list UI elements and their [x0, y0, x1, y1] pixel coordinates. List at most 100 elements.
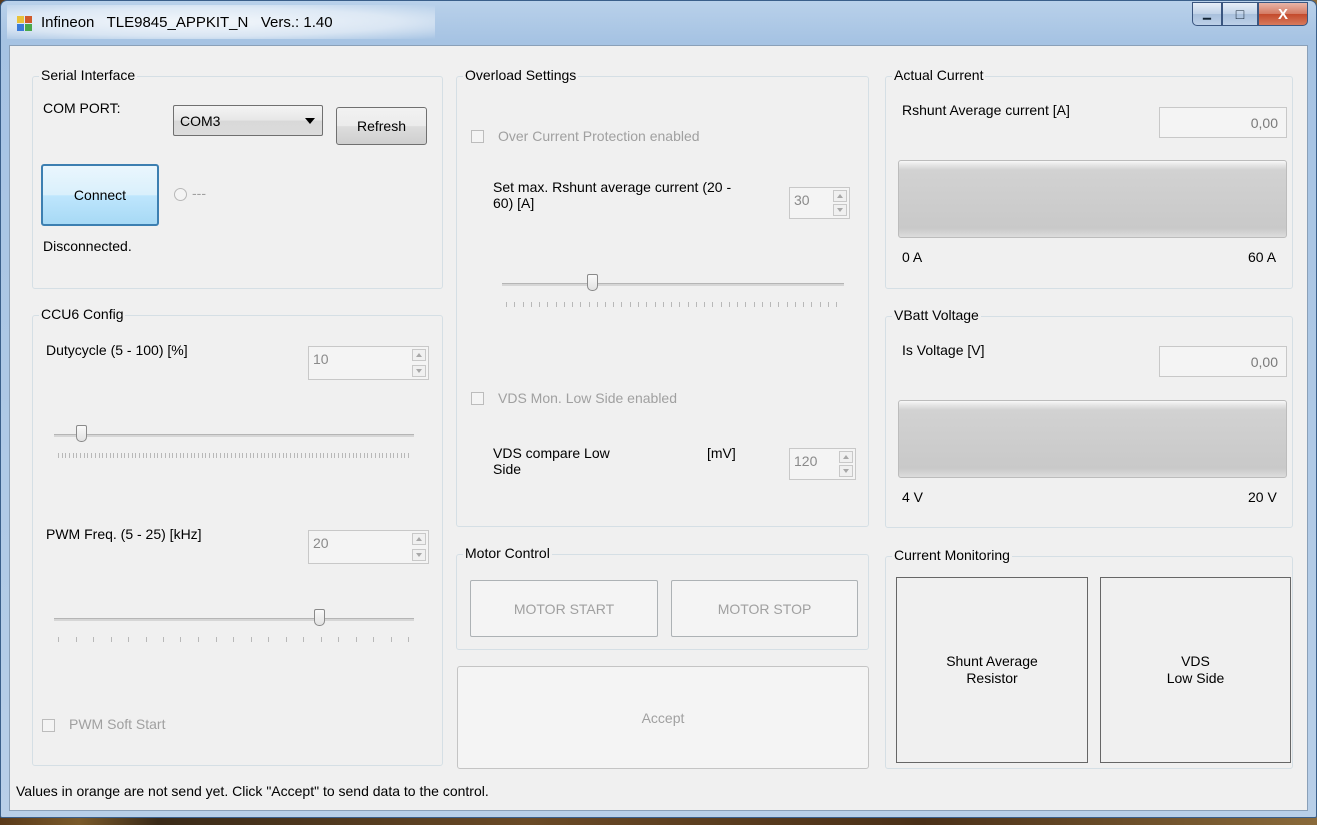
- motor-stop-button[interactable]: MOTOR STOP: [671, 580, 858, 637]
- accept-button[interactable]: Accept: [457, 666, 869, 769]
- max-current-spinner[interactable]: 30: [789, 187, 850, 219]
- slider-tick: [93, 637, 94, 642]
- motor-start-button[interactable]: MOTOR START: [470, 580, 658, 637]
- slider-tick: [803, 302, 804, 307]
- slider-tick: [87, 453, 88, 458]
- slider-tick: [523, 302, 524, 307]
- spinner-down-icon[interactable]: [412, 549, 426, 561]
- pwm-freq-spinner[interactable]: 20: [308, 530, 429, 564]
- slider-tick: [191, 453, 192, 458]
- vds-low-side-line2: Low Side: [1166, 670, 1225, 686]
- pwm-freq-slider[interactable]: [54, 609, 414, 645]
- slider-tick: [408, 453, 409, 458]
- spinner-down-icon[interactable]: [833, 204, 847, 216]
- slider-tick: [290, 453, 291, 458]
- spinner-up-icon[interactable]: [839, 451, 853, 463]
- slider-tick: [327, 453, 328, 458]
- slider-tick: [679, 302, 680, 307]
- title-bar[interactable]: Infineon TLE9845_APPKIT_N Vers.: 1.40 ▁ …: [1, 1, 1316, 45]
- slider-tick: [303, 637, 304, 642]
- slider-tick: [297, 453, 298, 458]
- voltage-value: 0,00: [1159, 346, 1287, 377]
- slider-tick: [393, 453, 394, 458]
- slider-tick: [811, 302, 812, 307]
- slider-tick: [146, 453, 147, 458]
- dutycycle-value: 10: [313, 351, 329, 367]
- slider-tick: [338, 637, 339, 642]
- group-title: Serial Interface: [39, 67, 138, 83]
- slider-thumb[interactable]: [587, 274, 598, 291]
- slider-tick: [220, 453, 221, 458]
- slider-tick: [391, 637, 392, 642]
- slider-tick: [309, 453, 310, 458]
- slider-tick: [613, 302, 614, 307]
- slider-tick: [250, 453, 251, 458]
- slider-thumb[interactable]: [314, 609, 325, 626]
- slider-tick: [216, 637, 217, 642]
- spinner-down-icon[interactable]: [412, 365, 426, 377]
- spinner-up-icon[interactable]: [833, 190, 847, 202]
- slider-tick: [729, 302, 730, 307]
- dutycycle-slider[interactable]: [54, 425, 414, 461]
- slider-tick: [721, 302, 722, 307]
- com-port-value: COM3: [180, 113, 221, 129]
- slider-tick: [379, 453, 380, 458]
- slider-tick: [828, 302, 829, 307]
- slider-tick: [128, 453, 129, 458]
- slider-tick: [135, 453, 136, 458]
- vds-compare-spinner[interactable]: 120: [789, 448, 856, 480]
- window-controls: ▁ □ X: [1192, 2, 1308, 26]
- spinner-up-icon[interactable]: [412, 349, 426, 361]
- connection-indicator-radio[interactable]: [174, 188, 187, 201]
- vds-mon-label: VDS Mon. Low Side enabled: [498, 390, 677, 406]
- max-current-slider[interactable]: [502, 274, 844, 310]
- minimize-button[interactable]: ▁: [1192, 2, 1222, 26]
- slider-tick: [597, 302, 598, 307]
- slider-tick: [367, 453, 368, 458]
- group-title: Overload Settings: [463, 67, 579, 83]
- slider-tick: [257, 453, 258, 458]
- slider-tick: [143, 453, 144, 458]
- shunt-current-value: 0,00: [1159, 107, 1287, 138]
- close-button[interactable]: X: [1258, 2, 1308, 26]
- slider-tick: [564, 302, 565, 307]
- slider-tick: [605, 302, 606, 307]
- slider-tick: [268, 453, 269, 458]
- vds-mon-checkbox[interactable]: [471, 392, 484, 405]
- maximize-button[interactable]: □: [1222, 2, 1258, 26]
- ocp-label: Over Current Protection enabled: [498, 128, 700, 144]
- shunt-average-text: Shunt Average Resistor: [946, 653, 1038, 687]
- spinner-down-icon[interactable]: [839, 465, 853, 477]
- slider-tick: [338, 453, 339, 458]
- app-window: Infineon TLE9845_APPKIT_N Vers.: 1.40 ▁ …: [0, 0, 1317, 818]
- group-title: Current Monitoring: [892, 547, 1012, 563]
- slider-tick: [621, 302, 622, 307]
- slider-tick: [342, 453, 343, 458]
- slider-track: [54, 434, 414, 437]
- dutycycle-spinner[interactable]: 10: [308, 346, 429, 380]
- slider-tick: [150, 453, 151, 458]
- slider-ticks: [58, 637, 409, 642]
- slider-tick: [556, 302, 557, 307]
- slider-tick: [386, 453, 387, 458]
- slider-tick: [316, 453, 317, 458]
- ocp-checkbox[interactable]: [471, 130, 484, 143]
- slider-tick: [235, 453, 236, 458]
- refresh-button[interactable]: Refresh: [336, 107, 427, 145]
- slider-tick: [663, 302, 664, 307]
- connect-button[interactable]: Connect: [41, 164, 159, 226]
- shunt-average-line2: Resistor: [966, 670, 1018, 686]
- slider-tick: [305, 453, 306, 458]
- app-icon[interactable]: [17, 16, 33, 32]
- com-port-select[interactable]: COM3: [173, 105, 323, 136]
- pwm-soft-start-checkbox[interactable]: [42, 719, 55, 732]
- slider-thumb[interactable]: [76, 425, 87, 442]
- slider-tick: [323, 453, 324, 458]
- slider-tick: [161, 453, 162, 458]
- slider-tick: [334, 453, 335, 458]
- slider-tick: [264, 453, 265, 458]
- slider-tick: [111, 637, 112, 642]
- spinner-up-icon[interactable]: [412, 533, 426, 545]
- slider-tick: [76, 453, 77, 458]
- voltage-min-label: 4 V: [902, 489, 924, 505]
